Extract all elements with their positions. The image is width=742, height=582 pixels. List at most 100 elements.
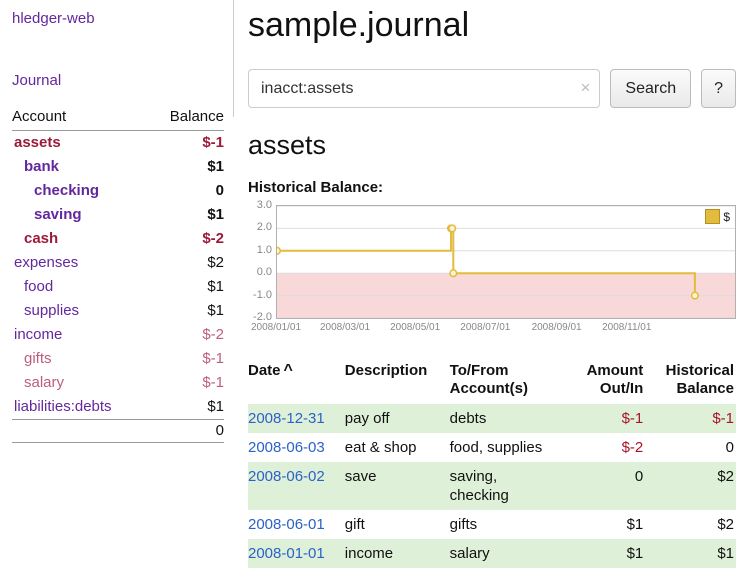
account-link-assets[interactable]: assets bbox=[14, 134, 61, 151]
account-link-gifts[interactable]: gifts bbox=[24, 350, 52, 367]
brand-link[interactable]: hledger-web bbox=[12, 10, 234, 27]
register-description-cell: pay off bbox=[345, 404, 450, 433]
register-balance-cell: $2 bbox=[647, 510, 736, 539]
account-name-cell: bank bbox=[12, 155, 149, 179]
account-name-cell: expenses bbox=[12, 251, 149, 275]
account-link-bank[interactable]: bank bbox=[24, 158, 59, 175]
account-name-cell: salary bbox=[12, 371, 149, 395]
accounts-total-row: 0 bbox=[12, 420, 224, 443]
register-table: Date^ Description To/From Account(s) Amo… bbox=[248, 360, 736, 568]
register-amount-cell: $-2 bbox=[563, 433, 648, 462]
register-accounts-cell: saving, checking bbox=[450, 462, 563, 510]
account-row: bank $1 bbox=[12, 155, 224, 179]
account-link-liabilities-debts[interactable]: liabilities:debts bbox=[14, 398, 112, 415]
account-row: supplies $1 bbox=[12, 299, 224, 323]
account-name-cell: liabilities:debts bbox=[12, 395, 149, 420]
account-name-cell: gifts bbox=[12, 347, 149, 371]
account-row: checking 0 bbox=[12, 179, 224, 203]
x-tick-label: 2008/05/01 bbox=[390, 322, 440, 333]
register-header-date[interactable]: Date^ bbox=[248, 360, 345, 404]
legend-swatch-icon bbox=[705, 209, 720, 224]
register-row: 2008-12-31pay offdebts$-1$-1 bbox=[248, 404, 736, 433]
transaction-date-link[interactable]: 2008-06-03 bbox=[248, 439, 325, 456]
register-description-cell: eat & shop bbox=[345, 433, 450, 462]
account-row: cash$-2 bbox=[12, 227, 224, 251]
transaction-date-link[interactable]: 2008-06-02 bbox=[248, 468, 325, 485]
register-accounts-cell: debts bbox=[450, 404, 563, 433]
account-balance: $1 bbox=[149, 155, 224, 179]
y-tick-label: 0.0 bbox=[257, 267, 272, 278]
x-tick-label: 2008/11/01 bbox=[602, 322, 651, 333]
register-date-cell: 2008-06-03 bbox=[248, 433, 345, 462]
x-tick-label: 2008/01/01 bbox=[251, 322, 301, 333]
register-amount-cell: $-1 bbox=[563, 404, 648, 433]
legend-label: $ bbox=[723, 210, 730, 224]
account-balance: $1 bbox=[149, 395, 224, 420]
account-row: saving$1 bbox=[12, 203, 224, 227]
register-header-date-label: Date bbox=[248, 362, 281, 379]
y-tick-label: 1.0 bbox=[257, 245, 272, 256]
register-accounts-cell: salary bbox=[450, 539, 563, 568]
search-box: × bbox=[248, 69, 600, 108]
account-row: liabilities:debts $1 bbox=[12, 395, 224, 420]
account-link-expenses[interactable]: expenses bbox=[14, 254, 78, 271]
account-balance: $-1 bbox=[149, 131, 224, 156]
register-balance-cell: 0 bbox=[647, 433, 736, 462]
transaction-date-link[interactable]: 2008-06-01 bbox=[248, 516, 325, 533]
register-balance-cell: $1 bbox=[647, 539, 736, 568]
accounts-total-spacer bbox=[12, 420, 149, 443]
account-balance: $1 bbox=[149, 299, 224, 323]
register-date-cell: 2008-06-02 bbox=[248, 462, 345, 510]
account-link-supplies[interactable]: supplies bbox=[24, 302, 79, 319]
account-balance: 0 bbox=[149, 179, 224, 203]
x-tick-label: 2008/07/01 bbox=[460, 322, 510, 333]
chart-row: 3.02.01.00.0-1.0-2.0 $ 2008/01/012008/03… bbox=[248, 205, 736, 336]
account-name-cell: assets bbox=[12, 131, 149, 156]
sidebar: hledger-web Journal Account Balance asse… bbox=[0, 0, 234, 443]
account-link-cash[interactable]: cash bbox=[24, 230, 58, 247]
account-name-cell: cash bbox=[12, 227, 149, 251]
register-amount-cell: $1 bbox=[563, 510, 648, 539]
y-tick-label: 3.0 bbox=[257, 200, 272, 211]
register-accounts-cell: food, supplies bbox=[450, 433, 563, 462]
register-description-cell: save bbox=[345, 462, 450, 510]
accounts-header-balance: Balance bbox=[149, 104, 224, 131]
account-link-saving[interactable]: saving bbox=[34, 206, 82, 223]
help-button[interactable]: ? bbox=[701, 69, 736, 108]
search-button[interactable]: Search bbox=[610, 69, 691, 108]
register-header-row: Date^ Description To/From Account(s) Amo… bbox=[248, 360, 736, 404]
register-header-amount: Amount Out/In bbox=[563, 360, 648, 404]
account-balance: $-2 bbox=[149, 323, 224, 347]
account-link-food[interactable]: food bbox=[24, 278, 53, 295]
chart-x-axis: 2008/01/012008/03/012008/05/012008/07/01… bbox=[276, 319, 736, 336]
accounts-header-row: Account Balance bbox=[12, 104, 224, 131]
register-row: 2008-06-01giftgifts$1$2 bbox=[248, 510, 736, 539]
account-link-income[interactable]: income bbox=[14, 326, 62, 343]
account-link-checking[interactable]: checking bbox=[34, 182, 99, 199]
transaction-date-link[interactable]: 2008-01-01 bbox=[248, 545, 325, 562]
x-tick-label: 2008/03/01 bbox=[320, 322, 370, 333]
account-balance: $1 bbox=[149, 275, 224, 299]
page-title: sample.journal bbox=[248, 6, 736, 45]
search-input[interactable] bbox=[248, 69, 600, 108]
register-row: 2008-06-02savesaving, checking0$2 bbox=[248, 462, 736, 510]
transaction-date-link[interactable]: 2008-12-31 bbox=[248, 410, 325, 427]
register-amount-cell: 0 bbox=[563, 462, 648, 510]
account-link-salary[interactable]: salary bbox=[24, 374, 64, 391]
x-tick-label: 2008/09/01 bbox=[532, 322, 582, 333]
sort-asc-icon: ^ bbox=[284, 362, 293, 379]
register-header-account: To/From Account(s) bbox=[450, 360, 563, 404]
account-row: salary $-1 bbox=[12, 371, 224, 395]
register-description-cell: gift bbox=[345, 510, 450, 539]
chart-canvas bbox=[277, 206, 735, 318]
register-date-cell: 2008-06-01 bbox=[248, 510, 345, 539]
account-balance: $-1 bbox=[149, 371, 224, 395]
register-row: 2008-06-03 eat & shopfood, supplies$-20 bbox=[248, 433, 736, 462]
accounts-table: Account Balance assets $-1 bank $1 checking 0… bbox=[12, 104, 224, 443]
y-tick-label: 2.0 bbox=[257, 222, 272, 233]
sidebar-item-journal[interactable]: Journal bbox=[12, 72, 234, 89]
clear-search-icon[interactable]: × bbox=[580, 79, 590, 96]
account-row: food $1 bbox=[12, 275, 224, 299]
chart-plot-column: $ 2008/01/012008/03/012008/05/012008/07/… bbox=[276, 205, 736, 336]
account-name-cell: saving bbox=[12, 203, 149, 227]
